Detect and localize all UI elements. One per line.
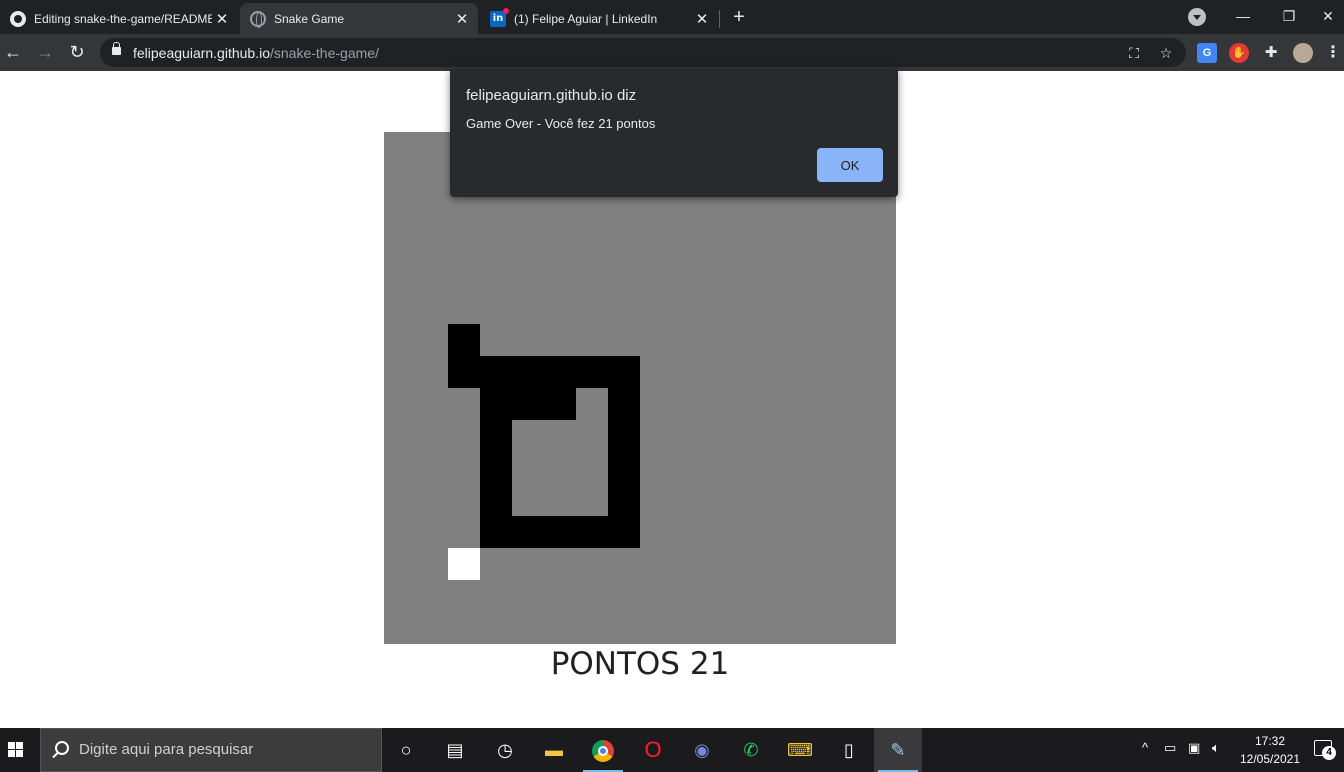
- tab-close-icon[interactable]: ✕: [452, 10, 472, 28]
- tab-linkedin[interactable]: in (1) Felipe Aguiar | LinkedIn ✕: [480, 3, 718, 34]
- address-bar[interactable]: felipeaguiarn.github.io/snake-the-game/ …: [100, 38, 1186, 67]
- browser-tab-strip: Editing snake-the-game/README ✕ Snake Ga…: [0, 0, 1344, 34]
- restore-button[interactable]: ❐: [1266, 0, 1312, 34]
- battery-icon[interactable]: ▭: [1164, 740, 1176, 756]
- alert-message: Game Over - Você fez 21 pontos: [466, 116, 656, 131]
- file-explorer-icon[interactable]: ▬: [530, 728, 578, 772]
- tab-github-readme[interactable]: Editing snake-the-game/README ✕: [0, 3, 238, 34]
- profile-avatar-icon[interactable]: [1293, 43, 1313, 63]
- tab-close-icon[interactable]: ✕: [212, 10, 232, 28]
- game-canvas[interactable]: [384, 132, 896, 644]
- snake-segment: [480, 516, 640, 548]
- whatsapp-icon[interactable]: ✆: [727, 728, 775, 772]
- browser-toolbar: ← → ↻ felipeaguiarn.github.io/snake-the-…: [0, 34, 1344, 71]
- clock-time: 17:32: [1254, 734, 1286, 748]
- tab-search-icon[interactable]: [1188, 8, 1206, 26]
- bookmark-star-icon[interactable]: ☆: [1157, 44, 1175, 62]
- volume-icon[interactable]: 🔈︎: [1212, 740, 1220, 756]
- opera-icon[interactable]: O: [629, 728, 677, 772]
- chrome-icon[interactable]: [579, 728, 627, 772]
- translate-icon[interactable]: ⛶: [1125, 44, 1143, 62]
- keyboard-app-icon[interactable]: ⌨: [776, 728, 824, 772]
- forward-button[interactable]: →: [32, 40, 58, 66]
- search-icon: [55, 741, 69, 755]
- discord-icon[interactable]: ◉: [678, 728, 726, 772]
- task-view-icon[interactable]: ▤: [431, 728, 479, 772]
- close-window-button[interactable]: ✕: [1312, 0, 1344, 34]
- food-square: [448, 548, 480, 580]
- clock-date: 12/05/2021: [1239, 752, 1301, 766]
- minimize-button[interactable]: —: [1220, 0, 1266, 34]
- taskbar-clock[interactable]: 17:32 12/05/2021: [1234, 732, 1306, 768]
- lock-icon[interactable]: [112, 42, 121, 55]
- back-button[interactable]: ←: [0, 40, 26, 66]
- network-icon[interactable]: ▣: [1188, 740, 1200, 756]
- puzzle-extensions-icon[interactable]: ✚: [1261, 43, 1281, 63]
- cortana-icon[interactable]: ○: [382, 728, 430, 772]
- tab-title: (1) Felipe Aguiar | LinkedIn: [514, 11, 658, 26]
- windows-start-icon[interactable]: [0, 728, 34, 772]
- linkedin-icon: in: [490, 7, 509, 27]
- reload-button[interactable]: ↻: [64, 40, 90, 66]
- globe-icon: [250, 10, 266, 28]
- new-tab-button[interactable]: +: [728, 4, 750, 30]
- score-label: PONTOS 21: [550, 646, 730, 682]
- notepad-icon[interactable]: ▯: [825, 728, 873, 772]
- ok-button[interactable]: OK: [817, 148, 883, 182]
- tab-snake-game[interactable]: Snake Game ✕: [240, 3, 478, 34]
- tab-separator: [719, 10, 720, 28]
- paint-icon[interactable]: ✎: [874, 728, 922, 772]
- tab-title: Editing snake-the-game/README: [34, 11, 212, 26]
- alert-dialog: felipeaguiarn.github.io diz Game Over - …: [450, 69, 898, 197]
- search-placeholder: Digite aqui para pesquisar: [79, 741, 254, 758]
- alert-origin: felipeaguiarn.github.io diz: [466, 87, 637, 104]
- github-icon: [10, 10, 26, 27]
- windows-taskbar: Digite aqui para pesquisar ○ ▤ ◷ ▬ O ◉ ✆…: [0, 728, 1344, 772]
- taskbar-search-box[interactable]: Digite aqui para pesquisar: [40, 728, 382, 772]
- clock-app-icon[interactable]: ◷: [481, 728, 529, 772]
- tab-title: Snake Game: [274, 11, 345, 26]
- google-translate-icon[interactable]: G: [1197, 43, 1217, 63]
- tray-chevron-icon[interactable]: ^: [1142, 740, 1148, 755]
- notification-count-badge: 4: [1322, 746, 1336, 760]
- adblock-icon[interactable]: ✋: [1229, 43, 1249, 63]
- tab-close-icon[interactable]: ✕: [692, 10, 712, 28]
- browser-menu-icon[interactable]: ⋮: [1325, 43, 1341, 63]
- url-text[interactable]: felipeaguiarn.github.io/snake-the-game/: [133, 45, 379, 61]
